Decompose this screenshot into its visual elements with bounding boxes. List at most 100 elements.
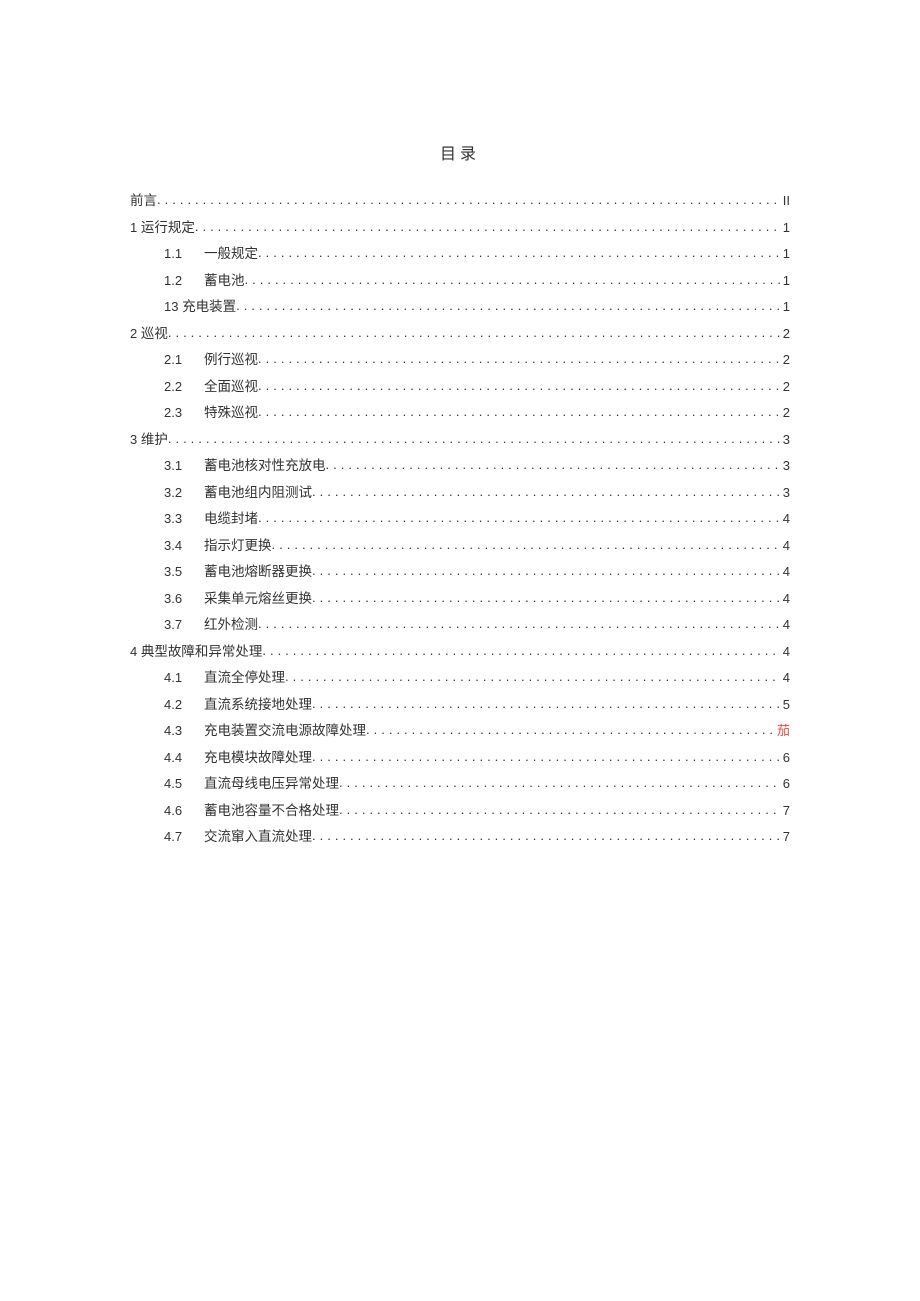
entry-page: 4	[781, 665, 790, 692]
entry-number: 2.1	[164, 347, 204, 374]
entry-page: 7	[781, 798, 790, 825]
entry-label: 蓄电池容量不合格处理	[204, 798, 339, 825]
entry-page: II	[781, 188, 790, 215]
entry-number: 4.5	[164, 771, 204, 798]
entry-label: 直流全停处理	[204, 665, 285, 692]
entry-label: 蓄电池核对性充放电	[204, 453, 326, 480]
entry-label: 充电装置交流电源故障处理	[204, 718, 366, 745]
entry-label: 例行巡视	[204, 347, 258, 374]
entry-label: 2 巡视	[130, 321, 168, 348]
entry-number: 3.5	[164, 559, 204, 586]
dot-leader	[258, 505, 781, 532]
entry-page: 6	[781, 771, 790, 798]
toc-entry[interactable]: 2.1例行巡视 2	[130, 347, 790, 374]
entry-label: 红外检测	[204, 612, 258, 639]
dot-leader	[312, 744, 781, 771]
toc-entry[interactable]: 3.4指示灯更换 4	[130, 533, 790, 560]
entry-page: 4	[781, 559, 790, 586]
entry-label: 电缆封堵	[204, 506, 258, 533]
toc-entry[interactable]: 1 运行规定1	[130, 215, 790, 242]
entry-page: 2	[781, 321, 790, 348]
toc-entry[interactable]: 4.1直流全停处理 4	[130, 665, 790, 692]
dot-leader	[339, 770, 781, 797]
dot-leader	[366, 717, 775, 744]
toc-entry[interactable]: 3.2蓄电池组内阻测试3	[130, 480, 790, 507]
entry-label: 前言	[130, 188, 157, 215]
entry-number: 4.1	[164, 665, 204, 692]
toc-entry[interactable]: 2.3特殊巡视2	[130, 400, 790, 427]
toc-entry[interactable]: 3.7红外检测4	[130, 612, 790, 639]
entry-number: 2	[130, 326, 141, 341]
page-title: 目录	[130, 140, 790, 164]
dot-leader	[258, 240, 781, 267]
entry-page: 3	[781, 453, 790, 480]
entry-page: 2	[781, 347, 790, 374]
entry-page: 茄	[775, 718, 790, 745]
toc-entry[interactable]: 3.3电缆封堵4	[130, 506, 790, 533]
dot-leader	[272, 532, 781, 559]
entry-number: 1	[130, 220, 141, 235]
dot-leader	[168, 426, 781, 453]
entry-number: 3.3	[164, 506, 204, 533]
toc-entry[interactable]: 1.2蓄电池1	[130, 268, 790, 295]
entry-label: 全面巡视	[204, 374, 258, 401]
entry-label: 3 维护	[130, 427, 168, 454]
entry-label: 4 典型故障和异常处理	[130, 639, 262, 666]
entry-number: 2.3	[164, 400, 204, 427]
toc-entry[interactable]: 2 巡视2	[130, 321, 790, 348]
dot-leader	[245, 267, 781, 294]
entry-label: 直流母线电压异常处理	[204, 771, 339, 798]
entry-number: 3.7	[164, 612, 204, 639]
dot-leader	[262, 638, 780, 665]
entry-number: 4	[130, 644, 141, 659]
dot-leader	[258, 373, 781, 400]
entry-number: 3.1	[164, 453, 204, 480]
entry-page: 1	[781, 294, 790, 321]
entry-number: 4.3	[164, 718, 204, 745]
entry-label: 指示灯更换	[204, 533, 272, 560]
dot-leader	[312, 823, 781, 850]
toc-entry[interactable]: 4.5直流母线电压异常处理 6	[130, 771, 790, 798]
toc-entry[interactable]: 2.2全面巡视 2	[130, 374, 790, 401]
entry-number: 3	[130, 432, 141, 447]
entry-page: 4	[781, 639, 790, 666]
dot-leader	[168, 320, 781, 347]
entry-number: 3.2	[164, 480, 204, 507]
entry-number: 13	[164, 299, 182, 314]
dot-leader	[285, 664, 781, 691]
entry-label: 蓄电池	[204, 268, 245, 295]
entry-page: 4	[781, 586, 790, 613]
toc-entry[interactable]: 4.2直流系统接地处理5	[130, 692, 790, 719]
toc-entry[interactable]: 1.1一般规定1	[130, 241, 790, 268]
toc-entry[interactable]: 4 典型故障和异常处理4	[130, 639, 790, 666]
toc-entry[interactable]: 3.1蓄电池核对性充放电 3	[130, 453, 790, 480]
entry-label: 1 运行规定	[130, 215, 195, 242]
toc-entry[interactable]: 4.4充电模块故障处理6	[130, 745, 790, 772]
dot-leader	[326, 452, 781, 479]
entry-page: 3	[781, 427, 790, 454]
toc-container: 目录 前言II1 运行规定11.1一般规定11.2蓄电池113 充电装置12 巡…	[130, 140, 790, 851]
toc-entry[interactable]: 13 充电装置1	[130, 294, 790, 321]
toc-entry[interactable]: 3.5蓄电池熔断器更换4	[130, 559, 790, 586]
entry-page: 2	[781, 374, 790, 401]
entry-page: 1	[781, 215, 790, 242]
toc-entry[interactable]: 前言 II	[130, 188, 790, 215]
entry-page: 6	[781, 745, 790, 772]
toc-entry[interactable]: 4.6蓄电池容量不合格处理7	[130, 798, 790, 825]
entry-number: 4.7	[164, 824, 204, 851]
toc-list: 前言II1 运行规定11.1一般规定11.2蓄电池113 充电装置12 巡视22…	[130, 188, 790, 851]
entry-page: 2	[781, 400, 790, 427]
entry-page: 1	[781, 241, 790, 268]
toc-entry[interactable]: 4.7交流窜入直流处理7	[130, 824, 790, 851]
entry-page: 1	[781, 268, 790, 295]
entry-number: 1.1	[164, 241, 204, 268]
dot-leader	[312, 558, 781, 585]
dot-leader	[258, 346, 781, 373]
toc-entry[interactable]: 3.6采集单元熔丝更换4	[130, 586, 790, 613]
entry-page: 4	[781, 533, 790, 560]
entry-number: 3.4	[164, 533, 204, 560]
toc-entry[interactable]: 4.3充电装置交流电源故障处理 茄	[130, 718, 790, 745]
entry-number: 2.2	[164, 374, 204, 401]
toc-entry[interactable]: 3 维护3	[130, 427, 790, 454]
entry-label: 交流窜入直流处理	[204, 824, 312, 851]
